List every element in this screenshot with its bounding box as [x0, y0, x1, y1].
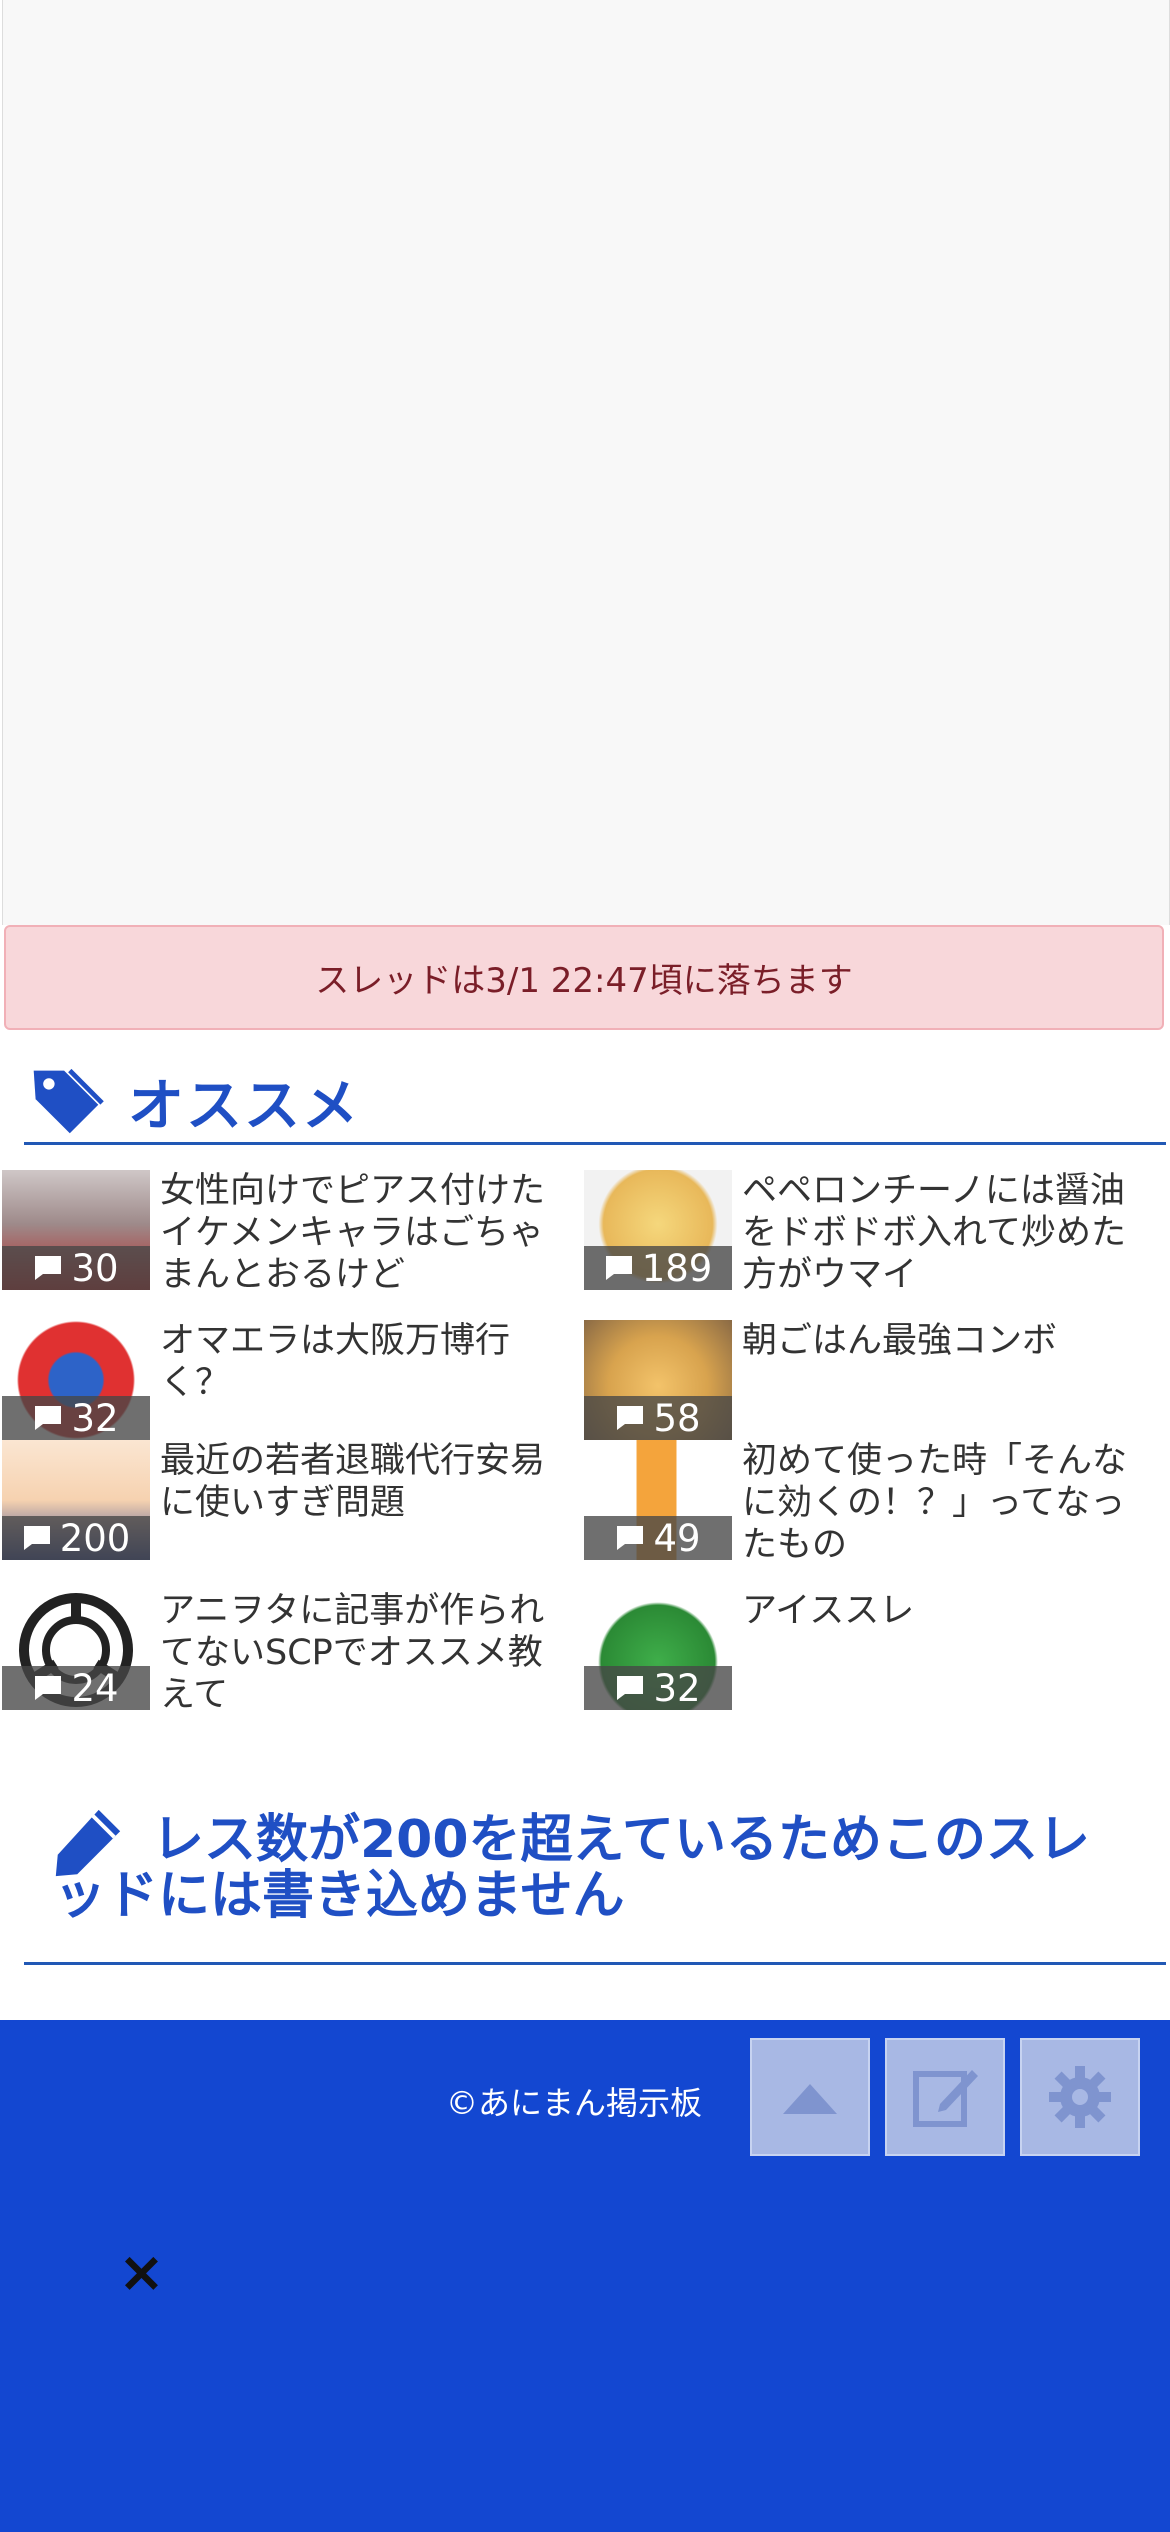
recommend-item[interactable]: 200 最近の若者退職代行安易に使いすぎ問題 — [2, 1440, 582, 1590]
recommend-item-title[interactable]: ペペロンチーノには醤油をドボドボ入れて炒めた方がウマイ — [742, 1170, 1152, 1296]
write-disabled-header: レス数が200を超えているためこのスレッドには書き込めません — [24, 1790, 1166, 1965]
reply-count: 58 — [584, 1396, 732, 1440]
ad-area — [2, 0, 1170, 925]
comment-icon — [617, 1406, 644, 1430]
recommend-item[interactable]: 30 女性向けでピアス付けたイケメンキャラはごちゃまんとおるけど — [2, 1170, 582, 1320]
thumbnail[interactable]: 49 — [584, 1440, 732, 1560]
recommend-item-title[interactable]: オマエラは大阪万博行く？ — [160, 1320, 570, 1404]
tag-icon — [33, 1068, 104, 1134]
write-button[interactable] — [885, 2038, 1005, 2156]
close-ad-button[interactable]: × — [118, 2240, 165, 2305]
thread-expire-notice: スレッドは3/1 22:47頃に落ちます — [4, 925, 1164, 1030]
comment-icon — [35, 1406, 62, 1430]
copyright: ©あにまん掲示板 — [446, 2084, 703, 2122]
recommend-item[interactable]: 189 ペペロンチーノには醤油をドボドボ入れて炒めた方がウマイ — [584, 1170, 1164, 1320]
recommend-item-title[interactable]: アニヲタに記事が作られてないSCPでオススメ教えて — [160, 1590, 570, 1716]
recommend-item-title[interactable]: 初めて使った時「そんなに効くの！？」ってなったもの — [742, 1440, 1152, 1566]
recommend-item[interactable]: 32 アイススレ — [584, 1590, 1164, 1740]
scroll-top-icon — [783, 2084, 837, 2114]
recommend-item-title[interactable]: 最近の若者退職代行安易に使いすぎ問題 — [160, 1440, 570, 1524]
reply-count: 30 — [2, 1246, 150, 1290]
reply-count: 32 — [2, 1396, 150, 1440]
thumbnail[interactable]: 189 — [584, 1170, 732, 1290]
comment-icon — [617, 1676, 644, 1700]
thumbnail[interactable]: 32 — [584, 1590, 732, 1710]
thumbnail[interactable]: 32 — [2, 1320, 150, 1440]
thumbnail[interactable]: 24 — [2, 1590, 150, 1710]
scroll-top-button[interactable] — [750, 2038, 870, 2156]
reply-count: 200 — [2, 1516, 150, 1560]
reply-count: 49 — [584, 1516, 732, 1560]
recommend-title: オススメ — [128, 1073, 360, 1139]
edit-icon — [913, 2070, 978, 2127]
footer: ©あにまん掲示板 × — [0, 2020, 1170, 2532]
recommend-item-title[interactable]: 朝ごはん最強コンボ — [742, 1320, 1152, 1362]
write-disabled-message: レス数が200を超えているためこのスレッドには書き込めません — [54, 1810, 1090, 1926]
recommend-item[interactable]: 24 アニヲタに記事が作られてないSCPでオススメ教えて — [2, 1590, 582, 1740]
comment-icon — [23, 1526, 50, 1550]
recommend-header: オススメ — [24, 1060, 1166, 1145]
comment-icon — [35, 1676, 62, 1700]
recommend-item-title[interactable]: 女性向けでピアス付けたイケメンキャラはごちゃまんとおるけど — [160, 1170, 570, 1296]
comment-icon — [617, 1526, 644, 1550]
thumbnail[interactable]: 200 — [2, 1440, 150, 1560]
comment-icon — [605, 1256, 632, 1280]
notice-text: スレッドは3/1 22:47頃に落ちます — [315, 961, 853, 1001]
thumbnail[interactable]: 30 — [2, 1170, 150, 1290]
settings-button[interactable] — [1020, 2038, 1140, 2156]
comment-icon — [35, 1256, 62, 1280]
reply-count: 24 — [2, 1666, 150, 1710]
gear-icon — [1049, 2066, 1111, 2128]
recommend-item[interactable]: 49 初めて使った時「そんなに効くの！？」ってなったもの — [584, 1440, 1164, 1590]
recommend-item-title[interactable]: アイススレ — [742, 1590, 1152, 1632]
thumbnail[interactable]: 58 — [584, 1320, 732, 1440]
reply-count: 32 — [584, 1666, 732, 1710]
reply-count: 189 — [584, 1246, 732, 1290]
